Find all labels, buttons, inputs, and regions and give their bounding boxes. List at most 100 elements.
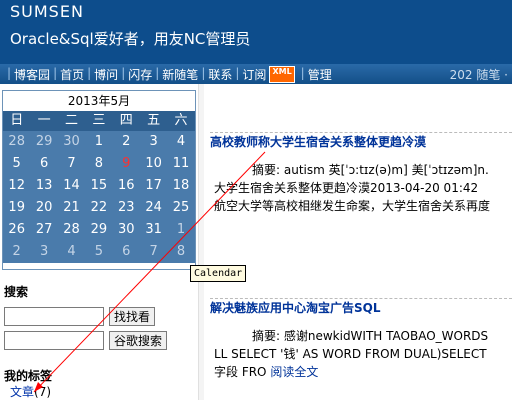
calendar-day: 4 bbox=[67, 244, 76, 259]
sidebar: 2013年5月 日 一 二 三 四 五 六 28 29 30 1 2 3 4 5… bbox=[0, 84, 198, 400]
nav-item-cnblogs[interactable]: 博客园 bbox=[14, 66, 50, 83]
nav-bar: | 博客园 | 首页 | 博问 | 闪存 | 新随笔 | 联系 | 订阅 XML… bbox=[0, 64, 512, 84]
calendar-day: 4 bbox=[176, 134, 186, 149]
post-summary: 摘要: 感谢newkidWITH TAOBAO_WORDS LL SELECT … bbox=[210, 327, 512, 381]
calendar-weekday-header: 日 一 二 三 四 五 六 bbox=[3, 111, 195, 131]
nav-separator: | bbox=[300, 66, 305, 80]
calendar-week: 5 6 7 8 9 10 11 bbox=[3, 153, 195, 175]
calendar-day: 21 bbox=[63, 200, 80, 215]
post-summary-line: 字段 FRO 阅读全文 bbox=[214, 363, 512, 381]
calendar-day: 26 bbox=[8, 222, 25, 237]
tags-heading: 我的标签 bbox=[4, 369, 53, 383]
nav-separator: | bbox=[155, 66, 160, 80]
calendar-day: 20 bbox=[35, 200, 53, 215]
site-subtitle: Oracle&Sql爱好者，用友NC管理员 bbox=[10, 30, 251, 48]
site-title[interactable]: SUMSEN bbox=[10, 2, 84, 21]
post-summary-line: 航空大学等高校相继发生命案，大学生宿舍关系再度 bbox=[214, 199, 491, 213]
tag-count: (7) bbox=[34, 385, 52, 399]
nav-item-contact[interactable]: 联系 bbox=[208, 66, 232, 83]
calendar-day: 24 bbox=[145, 200, 162, 215]
nav-item-admin[interactable]: 管理 bbox=[308, 66, 332, 83]
post-title[interactable]: 解决魅族应用中心淘宝广告SQL bbox=[210, 299, 512, 317]
calendar-day: 14 bbox=[63, 178, 80, 193]
calendar-day: 15 bbox=[90, 178, 108, 193]
calendar-tooltip: Calendar bbox=[190, 265, 247, 282]
weekday-label: 四 bbox=[119, 113, 133, 128]
post: 高校教师称大学生宿舍关系整体更趋冷漠 摘要: autism 英[ˈɔ:tɪz(ə… bbox=[210, 132, 512, 215]
calendar-title: 2013年5月 bbox=[67, 94, 131, 108]
weekday-label: 五 bbox=[147, 113, 161, 128]
calendar-day: 16 bbox=[117, 178, 135, 193]
nav-item-flash[interactable]: 闪存 bbox=[128, 66, 152, 83]
search-button[interactable]: 找找看 bbox=[109, 306, 156, 326]
calendar-week: 2 3 4 5 6 7 8 bbox=[3, 241, 195, 263]
search-input[interactable] bbox=[4, 306, 104, 326]
calendar-day: 5 bbox=[12, 156, 21, 171]
calendar-day: 7 bbox=[149, 244, 158, 259]
calendar-day: 27 bbox=[35, 222, 53, 237]
calendar-day: 6 bbox=[39, 156, 49, 171]
search-row-2: 谷歌搜索 bbox=[4, 328, 198, 352]
calendar-day: 22 bbox=[90, 200, 108, 215]
post-summary-text: 字段 FRO bbox=[214, 365, 267, 379]
calendar-day: 8 bbox=[176, 244, 186, 259]
xml-feed-icon[interactable]: XML bbox=[269, 66, 295, 83]
search-row-1: 找找看 bbox=[4, 304, 198, 328]
calendar-day: 1 bbox=[94, 134, 103, 149]
post-summary: 摘要: autism 英[ˈɔ:tɪz(ə)m] 美[ˈɔtɪzəm]n. 大学… bbox=[210, 161, 512, 215]
calendar-day: 23 bbox=[117, 200, 135, 215]
calendar-week: 28 29 30 1 2 3 4 bbox=[3, 131, 195, 153]
weekday-label: 一 bbox=[37, 113, 51, 128]
calendar-day: 3 bbox=[39, 244, 49, 259]
tag-link[interactable]: 文章 bbox=[10, 385, 34, 399]
nav-item-subscribe[interactable]: 订阅 bbox=[242, 66, 266, 83]
calendar-day: 2 bbox=[122, 134, 131, 149]
post-summary-line: 摘要: 感谢newkidWITH TAOBAO_WORDS bbox=[252, 329, 489, 343]
weekday-label: 二 bbox=[64, 113, 78, 128]
nav-separator: | bbox=[235, 66, 240, 80]
nav-item-new-post[interactable]: 新随笔 bbox=[162, 66, 198, 83]
post-count: 202 随笔 · bbox=[449, 68, 508, 82]
search-section: 搜索 找找看 谷歌搜索 bbox=[4, 284, 198, 352]
calendar-day: 10 bbox=[145, 156, 162, 171]
calendar-day: 17 bbox=[145, 178, 162, 193]
calendar-day: 1 bbox=[176, 222, 186, 237]
tag-item: 文章(7) bbox=[4, 383, 198, 400]
calendar-day: 28 bbox=[8, 134, 25, 149]
calendar-day: 11 bbox=[172, 156, 190, 171]
nav-item-ask[interactable]: 博问 bbox=[94, 66, 118, 83]
post: 解决魅族应用中心淘宝广告SQL 摘要: 感谢newkidWITH TAOBAO_… bbox=[210, 298, 512, 381]
calendar-day: 25 bbox=[172, 200, 190, 215]
main-content: 高校教师称大学生宿舍关系整体更趋冷漠 摘要: autism 英[ˈɔ:tɪz(ə… bbox=[204, 84, 512, 400]
calendar-day: 12 bbox=[8, 178, 25, 193]
nav-separator: | bbox=[201, 66, 206, 80]
nav-separator: | bbox=[7, 66, 12, 80]
calendar-day: 30 bbox=[63, 134, 80, 149]
post-title[interactable]: 高校教师称大学生宿舍关系整体更趋冷漠 bbox=[210, 133, 512, 151]
search-heading: 搜索 bbox=[4, 285, 29, 299]
nav-separator: | bbox=[53, 66, 58, 80]
nav-item-home[interactable]: 首页 bbox=[60, 66, 84, 83]
nav-separator: | bbox=[87, 66, 92, 80]
tags-section: 我的标签 文章(7) bbox=[4, 367, 198, 400]
calendar-day: 19 bbox=[8, 200, 25, 215]
nav-separator: | bbox=[121, 66, 126, 80]
weekday-label: 日 bbox=[10, 113, 24, 128]
calendar-day: 28 bbox=[63, 222, 80, 237]
calendar-day: 29 bbox=[35, 134, 53, 149]
calendar-day: 3 bbox=[149, 134, 158, 149]
calendar-week: 19 20 21 22 23 24 25 bbox=[3, 197, 195, 219]
calendar-day: 2 bbox=[12, 244, 21, 259]
calendar-week: 12 13 14 15 16 17 18 bbox=[3, 175, 195, 197]
calendar-day: 30 bbox=[117, 222, 135, 237]
calendar-day: 31 bbox=[145, 222, 162, 237]
calendar-day: 7 bbox=[67, 156, 76, 171]
calendar-day-today[interactable]: 9 bbox=[113, 153, 140, 175]
google-search-input[interactable] bbox=[4, 330, 104, 350]
site-header: SUMSEN Oracle&Sql爱好者，用友NC管理员 bbox=[0, 0, 512, 64]
calendar-day: 18 bbox=[172, 178, 190, 193]
calendar-week: 26 27 28 29 30 31 1 bbox=[3, 219, 195, 241]
google-search-button[interactable]: 谷歌搜索 bbox=[109, 330, 168, 350]
post-summary-line: 摘要: autism 英[ˈɔ:tɪz(ə)m] 美[ˈɔtɪzəm]n. bbox=[252, 163, 489, 177]
read-more-link[interactable]: 阅读全文 bbox=[270, 365, 318, 379]
